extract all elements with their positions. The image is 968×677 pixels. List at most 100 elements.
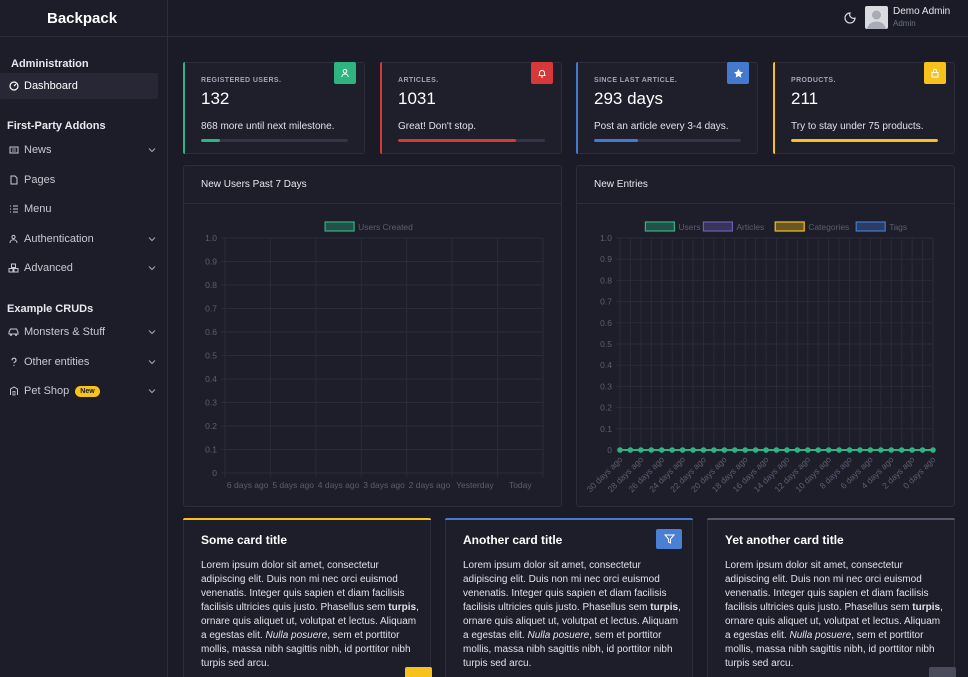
y-tick-label: 1.0 [205, 233, 217, 243]
sidebar-item-label: Pages [24, 174, 56, 186]
chevron-down-icon [148, 237, 156, 242]
y-tick-label: 0.4 [600, 360, 612, 370]
star-icon [727, 62, 749, 84]
y-tick-label: 0.5 [600, 339, 612, 349]
stat-value: 132 [201, 89, 230, 108]
stat-description: Post an article every 3-4 days. [594, 121, 729, 132]
stat-label: SINCE LAST ARTICLE. [594, 77, 678, 84]
chart-card-new-users: New Users Past 7 Days Users Created 0 0.1 0… [183, 165, 562, 507]
legend-swatch [644, 221, 676, 232]
sidebar-item-pet-shop[interactable]: Pet Shop New [0, 378, 158, 404]
data-point [721, 447, 728, 453]
data-point [815, 447, 822, 453]
moon-icon[interactable] [842, 10, 858, 26]
data-point [773, 447, 780, 453]
sidebar-item-dashboard[interactable]: Dashboard [0, 73, 158, 99]
sidebar-item-news[interactable]: News [0, 137, 158, 163]
chevron-down-icon [148, 330, 156, 335]
chart-title: New Users Past 7 Days [201, 179, 307, 190]
x-tick-label: 2 days ago [409, 480, 451, 490]
sidebar-item-label: Menu [24, 203, 52, 215]
accent-border [707, 518, 955, 520]
y-tick-label: 0 [212, 468, 217, 478]
data-point [867, 447, 874, 453]
chevron-down-icon [148, 266, 156, 271]
y-tick-label: 0.9 [600, 254, 612, 264]
sidebar-item-pages[interactable]: Pages [0, 167, 158, 193]
stat-description: 868 more until next milestone. [201, 121, 335, 132]
newspaper-icon [8, 145, 19, 156]
scroll-top-button[interactable] [929, 667, 956, 677]
nav-heading-example-cruds: Example CRUDs [7, 303, 94, 315]
sidebar-item-label: Other entities [24, 356, 90, 368]
avatar[interactable] [865, 6, 888, 29]
accent-border [576, 62, 578, 154]
stat-card-articles: ARTICLES. 1031 Great! Don't stop. [380, 62, 562, 154]
stat-card-products: PRODUCTS. 211 Try to stay under 75 produ… [773, 62, 955, 154]
progress-fill [791, 139, 938, 142]
accent-border [773, 62, 775, 154]
data-point [658, 447, 665, 453]
filter-icon[interactable] [656, 529, 682, 549]
stat-description: Try to stay under 75 products. [791, 121, 924, 132]
data-point [617, 447, 623, 453]
floating-action-button[interactable] [405, 667, 432, 677]
stat-label: ARTICLES. [398, 77, 439, 84]
data-point [627, 447, 634, 453]
user-name[interactable]: Demo Admin [893, 6, 950, 17]
data-point [898, 447, 905, 453]
sidebar-item-label: Monsters & Stuff [24, 326, 106, 338]
accent-border [183, 62, 185, 154]
y-tick-label: 0.7 [205, 304, 217, 314]
chart-card-new-entries: New Entries Users Articles Categories Tags 0… [576, 165, 955, 507]
data-point [763, 447, 769, 453]
sidebar-item-menu[interactable]: Menu [0, 196, 158, 222]
progress-bar [201, 139, 348, 142]
cubes-icon [8, 263, 19, 274]
y-tick-label: 0.9 [205, 257, 217, 267]
nav-heading-first-party-addons: First-Party Addons [7, 120, 106, 132]
progress-fill [201, 139, 221, 142]
legend-label: Tags [889, 222, 907, 232]
data-point [857, 447, 863, 453]
data-point [888, 447, 895, 453]
y-tick-label: 0.8 [205, 280, 217, 290]
nav-heading-administration: Administration [11, 58, 89, 70]
brand-logo[interactable]: Backpack [0, 0, 167, 37]
data-point [836, 447, 842, 453]
card-title: Some card title [201, 533, 288, 547]
sidebar-item-advanced[interactable]: Advanced [0, 255, 158, 281]
y-tick-label: 0.6 [600, 318, 612, 328]
car-icon [8, 327, 19, 338]
legend-label: Articles [736, 222, 764, 232]
stat-value: 293 days [594, 89, 663, 108]
sidebar-item-authentication[interactable]: Authentication [0, 226, 158, 252]
stat-description: Great! Don't stop. [398, 121, 477, 132]
y-tick-label: 0.3 [205, 398, 217, 408]
progress-fill [594, 139, 639, 142]
data-point [846, 447, 853, 453]
text-card-some: Some card title Lorem ipsum dolor sit am… [183, 518, 432, 677]
sidebar: Backpack Administration Dashboard First-… [0, 0, 168, 677]
accent-border [380, 62, 382, 154]
sidebar-item-label: News [24, 144, 52, 156]
data-point [909, 447, 915, 453]
user-silhouette-icon [867, 10, 886, 29]
data-point [784, 447, 790, 453]
y-tick-label: 0.8 [600, 275, 612, 285]
bell-icon [531, 62, 553, 84]
data-point [825, 447, 832, 453]
sidebar-item-other-entities[interactable]: Other entities [0, 349, 158, 375]
sidebar-item-label: Authentication [24, 233, 94, 245]
paw-icon [8, 386, 19, 397]
card-body: Lorem ipsum dolor sit amet, consectetur … [463, 560, 681, 669]
progress-fill [398, 139, 516, 142]
y-tick-label: 0.2 [600, 403, 612, 413]
sidebar-item-monsters[interactable]: Monsters & Stuff [0, 319, 158, 345]
data-point [711, 447, 717, 453]
progress-bar [791, 139, 938, 142]
accent-border [183, 518, 431, 520]
user-role: Admin [893, 19, 916, 28]
stat-card-since-last-article: SINCE LAST ARTICLE. 293 days Post an art… [576, 62, 758, 154]
stat-value: 1031 [398, 89, 436, 108]
